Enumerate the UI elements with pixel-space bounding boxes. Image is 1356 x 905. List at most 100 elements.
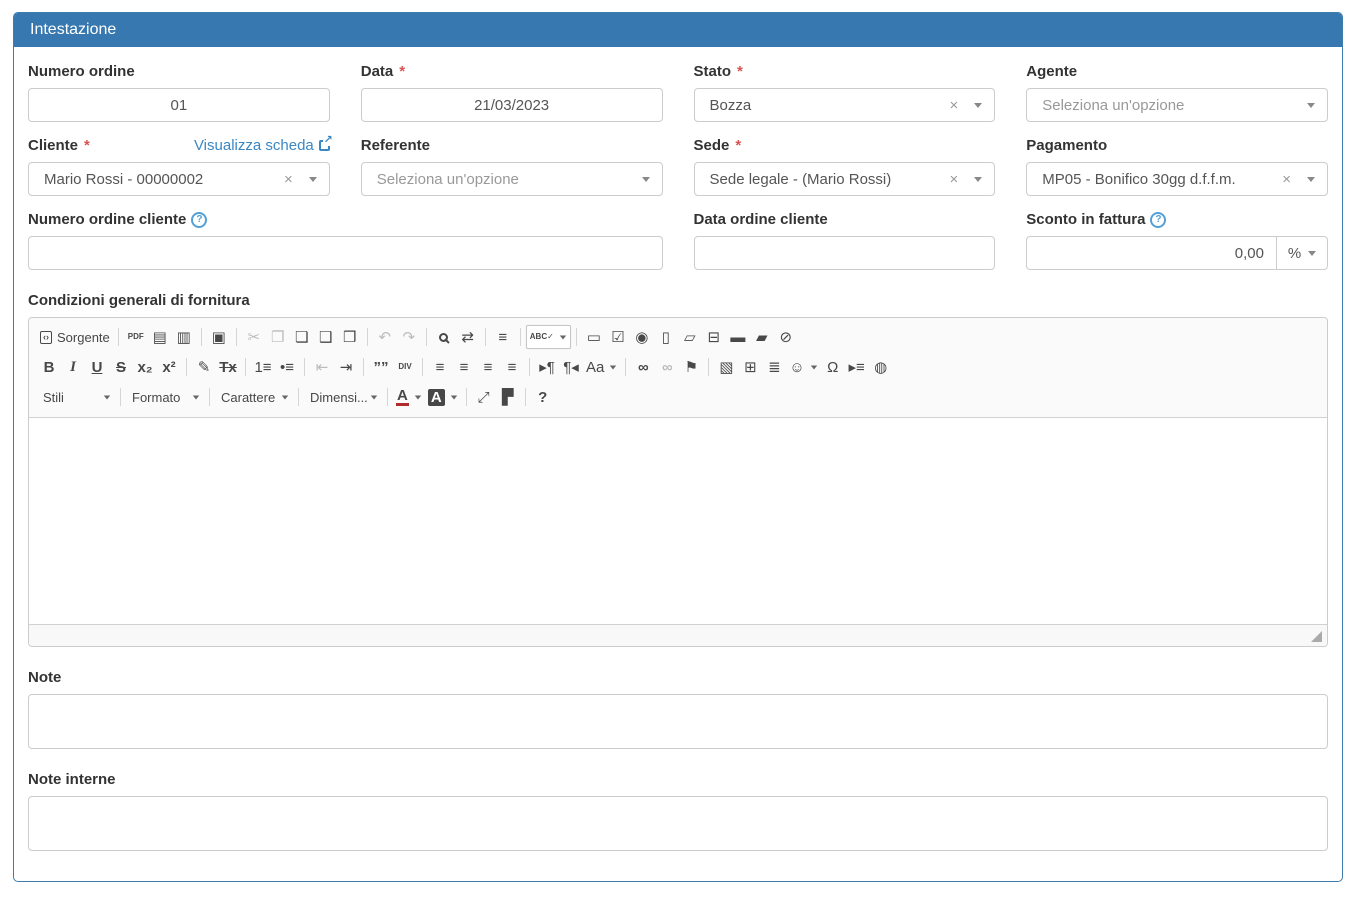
button-field-button[interactable]: ▬ bbox=[726, 325, 750, 349]
italic-button[interactable]: I bbox=[61, 355, 85, 379]
clear-icon[interactable]: × bbox=[1282, 172, 1291, 187]
help-icon[interactable]: ? bbox=[1150, 212, 1166, 228]
increase-indent-button[interactable]: ⇥ bbox=[334, 355, 358, 379]
superscript-icon: x² bbox=[162, 360, 175, 375]
image-icon: ▧ bbox=[719, 360, 733, 375]
image-button-button[interactable]: ▰ bbox=[750, 325, 774, 349]
note-interne-textarea[interactable] bbox=[28, 796, 1328, 851]
underline-button[interactable]: U bbox=[85, 355, 109, 379]
blockquote-button[interactable]: ”” bbox=[369, 355, 393, 379]
paste-from-word-button[interactable]: ❒ bbox=[338, 325, 362, 349]
subscript-button[interactable]: x₂ bbox=[133, 355, 157, 379]
font-size-combo[interactable]: Dimensi... bbox=[304, 385, 382, 409]
text-direction-ltr-button[interactable]: ▸¶ bbox=[535, 355, 559, 379]
find-button[interactable] bbox=[432, 325, 456, 349]
referente-select[interactable]: Seleziona un'opzione bbox=[361, 162, 663, 196]
about-button[interactable]: ? bbox=[531, 385, 555, 409]
font-combo-label: Carattere bbox=[221, 390, 275, 405]
unlink-icon: ∞ bbox=[662, 360, 673, 375]
copy-formatting-button[interactable]: ✎ bbox=[192, 355, 216, 379]
anchor-button[interactable]: ⚑ bbox=[679, 355, 703, 379]
maximize-button[interactable]: ⤢ bbox=[472, 385, 496, 409]
justify-button[interactable]: ≡ bbox=[500, 355, 524, 379]
sede-select[interactable]: Sede legale - (Mario Rossi) × bbox=[694, 162, 996, 196]
checkbox-button[interactable]: ☑ bbox=[606, 325, 630, 349]
font-combo[interactable]: Carattere bbox=[215, 385, 293, 409]
toolbar-separator bbox=[120, 388, 121, 406]
align-left-button[interactable]: ≡ bbox=[428, 355, 452, 379]
print-icon: ▥ bbox=[177, 330, 191, 345]
styles-combo[interactable]: Stili bbox=[37, 385, 115, 409]
align-right-button[interactable]: ≡ bbox=[476, 355, 500, 379]
selection-field-button[interactable]: ⊟ bbox=[702, 325, 726, 349]
blockquote-icon: ”” bbox=[374, 360, 389, 375]
templates-button[interactable]: ▣ bbox=[207, 325, 231, 349]
anchor-icon: ⚑ bbox=[685, 360, 698, 375]
show-blocks-button[interactable]: ▛ bbox=[496, 385, 520, 409]
text-color-button[interactable]: A bbox=[393, 385, 425, 409]
superscript-button[interactable]: x² bbox=[157, 355, 181, 379]
special-character-button[interactable]: Ω bbox=[821, 355, 845, 379]
toolbar-separator bbox=[466, 388, 467, 406]
help-icon[interactable]: ? bbox=[191, 212, 207, 228]
text-direction-rtl-button[interactable]: ¶◂ bbox=[559, 355, 583, 379]
resize-handle-icon[interactable] bbox=[1311, 631, 1322, 642]
toolbar-separator bbox=[367, 328, 368, 346]
undo-button: ↶ bbox=[373, 325, 397, 349]
stato-select[interactable]: Bozza × bbox=[694, 88, 996, 122]
radio-button-button[interactable]: ◉ bbox=[630, 325, 654, 349]
div-container-button[interactable]: DIV bbox=[393, 355, 417, 379]
image-button[interactable]: ▧ bbox=[714, 355, 738, 379]
align-center-button[interactable]: ≡ bbox=[452, 355, 476, 379]
bold-button[interactable]: B bbox=[37, 355, 61, 379]
data-input[interactable] bbox=[361, 88, 663, 122]
sconto-unit-select[interactable]: % bbox=[1276, 236, 1328, 270]
referente-label: Referente bbox=[361, 137, 663, 154]
paste-button[interactable]: ❏ bbox=[290, 325, 314, 349]
sede-label: Sede* bbox=[694, 137, 996, 154]
clear-icon[interactable]: × bbox=[949, 172, 958, 187]
sconto-in-fattura-input[interactable] bbox=[1026, 236, 1276, 270]
table-button[interactable]: ⊞ bbox=[738, 355, 762, 379]
horizontal-rule-button[interactable]: ≣ bbox=[762, 355, 786, 379]
replace-button[interactable]: ⇄ bbox=[456, 325, 480, 349]
numero-ordine-input[interactable] bbox=[28, 88, 330, 122]
source-button[interactable]: ‹›Sorgente bbox=[37, 325, 113, 349]
external-link-icon bbox=[319, 140, 330, 151]
format-combo[interactable]: Formato bbox=[126, 385, 204, 409]
iframe-button[interactable]: ◍ bbox=[869, 355, 893, 379]
textarea-field-button[interactable]: ▱ bbox=[678, 325, 702, 349]
remove-format-button[interactable]: Tx bbox=[216, 355, 240, 379]
clear-icon[interactable]: × bbox=[284, 172, 293, 187]
background-color-button[interactable]: A bbox=[425, 385, 461, 409]
numero-ordine-cliente-input[interactable] bbox=[28, 236, 663, 270]
hidden-field-button[interactable]: ⊘ bbox=[774, 325, 798, 349]
language-button[interactable]: Aa bbox=[583, 355, 620, 379]
text-field-button[interactable]: ▯ bbox=[654, 325, 678, 349]
note-label: Note bbox=[28, 669, 1328, 686]
strikethrough-button[interactable]: S bbox=[109, 355, 133, 379]
data-ordine-cliente-input[interactable] bbox=[694, 236, 996, 270]
spell-checker-button[interactable]: ABC✓ bbox=[526, 325, 571, 349]
pagamento-select[interactable]: MP05 - Bonifico 30gg d.f.f.m. × bbox=[1026, 162, 1328, 196]
chevron-down-icon bbox=[104, 395, 110, 399]
page-break-button[interactable]: ▸≡ bbox=[845, 355, 869, 379]
numbered-list-button[interactable]: 1≡ bbox=[251, 355, 275, 379]
clear-icon[interactable]: × bbox=[949, 98, 958, 113]
editor-content-area[interactable] bbox=[29, 418, 1327, 624]
link-button[interactable]: ∞ bbox=[631, 355, 655, 379]
cliente-select[interactable]: Mario Rossi - 00000002 × bbox=[28, 162, 330, 196]
paste-as-text-button[interactable]: ❑ bbox=[314, 325, 338, 349]
bulleted-list-button[interactable]: •≡ bbox=[275, 355, 299, 379]
toolbar-separator bbox=[525, 388, 526, 406]
export-pdf-button[interactable]: PDF bbox=[124, 325, 148, 349]
smiley-button[interactable]: ☺ bbox=[786, 355, 820, 379]
agente-select[interactable]: Seleziona un'opzione bbox=[1026, 88, 1328, 122]
note-textarea[interactable] bbox=[28, 694, 1328, 749]
print-preview-icon: ▤ bbox=[153, 330, 167, 345]
print-button[interactable]: ▥ bbox=[172, 325, 196, 349]
form-button[interactable]: ▭ bbox=[582, 325, 606, 349]
select-all-button[interactable]: ≡ bbox=[491, 325, 515, 349]
print-preview-button[interactable]: ▤ bbox=[148, 325, 172, 349]
visualizza-scheda-link[interactable]: Visualizza scheda bbox=[194, 137, 330, 154]
